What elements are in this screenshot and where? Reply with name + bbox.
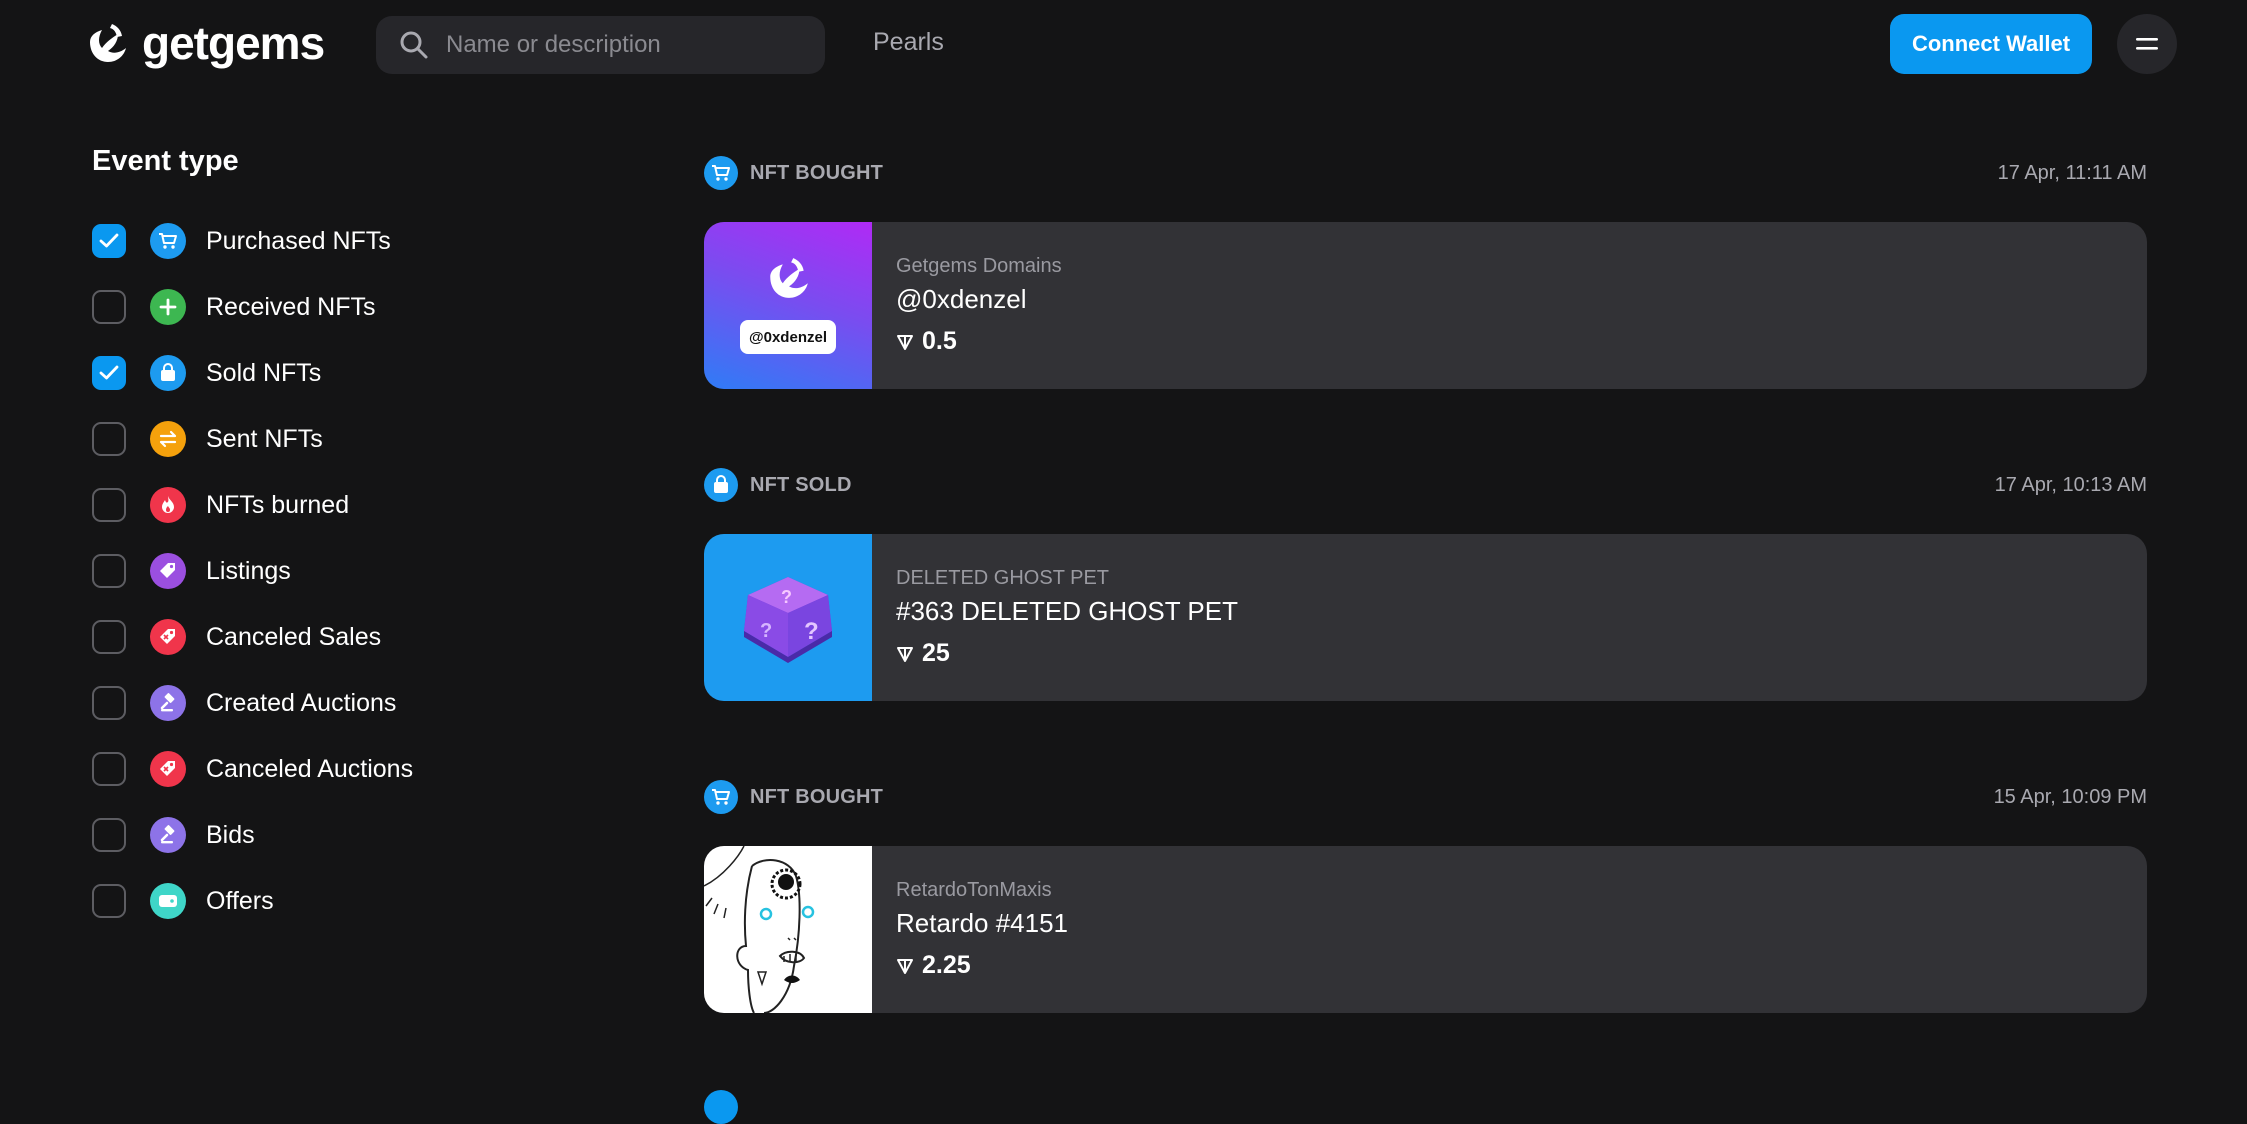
filter-listings[interactable]: Listings (92, 538, 632, 604)
filter-sold-nfts[interactable]: Sold NFTs (92, 340, 632, 406)
nft-card[interactable]: RetardoTonMaxis Retardo #4151 2.25 (704, 846, 2147, 1013)
collection-name[interactable]: Getgems Domains (896, 255, 1062, 278)
checkbox[interactable] (92, 620, 126, 654)
tag-icon (150, 553, 186, 589)
filter-received-nfts[interactable]: Received NFTs (92, 274, 632, 340)
nft-name[interactable]: #363 DELETED GHOST PET (896, 596, 1238, 627)
filter-label: Offers (206, 886, 274, 915)
svg-text:?: ? (804, 618, 819, 645)
event-timestamp: 15 Apr, 10:09 PM (1993, 785, 2147, 808)
check-icon (99, 233, 119, 248)
filter-label: Created Auctions (206, 688, 397, 717)
event-timestamp: 17 Apr, 11:11 AM (1997, 161, 2147, 184)
filter-bids[interactable]: Bids (92, 802, 632, 868)
filter-label: Listings (206, 556, 291, 585)
mystery-box-image: ? ? ? (744, 576, 832, 663)
filter-created-auctions[interactable]: Created Auctions (92, 670, 632, 736)
check-icon (99, 365, 119, 380)
price-value: 25 (922, 639, 950, 667)
price-value: 0.5 (922, 327, 957, 355)
plus-icon (150, 289, 186, 325)
event-type-label: NFT BOUGHT (750, 161, 884, 184)
filter-label: Sold NFTs (206, 358, 322, 387)
nft-name[interactable]: Retardo #4151 (896, 908, 1068, 939)
nav-link-pearls[interactable]: Pearls (873, 28, 944, 57)
filter-label: Received NFTs (206, 292, 376, 321)
menu-button[interactable] (2117, 14, 2177, 74)
search-icon (398, 29, 430, 61)
search-bar[interactable] (376, 16, 825, 74)
next-event-badge (704, 1090, 738, 1124)
event-timestamp: 17 Apr, 10:13 AM (1994, 473, 2147, 496)
filter-nfts-burned[interactable]: NFTs burned (92, 472, 632, 538)
bag-icon (704, 468, 738, 502)
flame-icon (150, 487, 186, 523)
nft-thumbnail[interactable]: ? ? ? (704, 534, 872, 701)
svg-text:?: ? (781, 587, 792, 607)
ton-icon (897, 646, 913, 662)
filter-label: Canceled Auctions (206, 754, 414, 783)
cart-icon (704, 156, 738, 190)
nft-thumbnail[interactable]: @0xdenzel (704, 222, 872, 389)
filter-sent-nfts[interactable]: Sent NFTs (92, 406, 632, 472)
filter-offers[interactable]: Offers (92, 868, 632, 934)
filter-label: Canceled Sales (206, 622, 382, 651)
getgems-leaf-icon (770, 258, 808, 298)
svg-text:?: ? (760, 620, 772, 642)
event-type-label: NFT BOUGHT (750, 785, 884, 808)
filter-label: Sent NFTs (206, 424, 323, 453)
connect-wallet-button[interactable]: Connect Wallet (1890, 14, 2092, 74)
menu-icon (2136, 38, 2158, 50)
bag-icon (150, 355, 186, 391)
transfer-icon (150, 421, 186, 457)
ton-icon (897, 958, 913, 974)
filter-label: NFTs burned (206, 490, 350, 519)
collection-name[interactable]: DELETED GHOST PET (896, 567, 1238, 590)
checkbox[interactable] (92, 554, 126, 588)
checkbox[interactable] (92, 224, 126, 258)
checkbox[interactable] (92, 356, 126, 390)
getgems-logo[interactable]: getgems (84, 17, 325, 69)
event-type-heading: Event type (92, 145, 239, 177)
domain-tag: @0xdenzel (740, 320, 836, 354)
collection-name[interactable]: RetardoTonMaxis (896, 879, 1068, 902)
retardo-sketch-image (704, 846, 815, 1013)
event-type-filters: Purchased NFTs Received NFTs Sold NFTs S… (92, 208, 632, 934)
checkbox[interactable] (92, 818, 126, 852)
cart-icon (150, 223, 186, 259)
nft-name[interactable]: @0xdenzel (896, 284, 1062, 315)
checkbox[interactable] (92, 422, 126, 456)
brand-name: getgems (142, 17, 325, 69)
checkbox[interactable] (92, 290, 126, 324)
activity-event: NFT BOUGHT 17 Apr, 11:11 AM @0xdenzel Ge… (704, 154, 2147, 389)
price: 0.5 (896, 327, 1062, 356)
checkbox[interactable] (92, 488, 126, 522)
filter-label: Bids (206, 820, 255, 849)
cart-icon (704, 780, 738, 814)
gavel-icon (150, 817, 186, 853)
price: 2.25 (896, 951, 1068, 980)
getgems-leaf-icon (90, 24, 126, 62)
nft-card[interactable]: @0xdenzel Getgems Domains @0xdenzel 0.5 (704, 222, 2147, 389)
filter-label: Purchased NFTs (206, 226, 391, 255)
wallet-icon (150, 883, 186, 919)
activity-event: NFT SOLD 17 Apr, 10:13 AM ? ? ? DELETED … (704, 466, 2147, 701)
search-input[interactable] (444, 30, 808, 60)
filter-purchased-nfts[interactable]: Purchased NFTs (92, 208, 632, 274)
price: 25 (896, 639, 1238, 668)
checkbox[interactable] (92, 884, 126, 918)
price-value: 2.25 (922, 951, 971, 979)
checkbox[interactable] (92, 686, 126, 720)
nft-card[interactable]: ? ? ? DELETED GHOST PET #363 DELETED GHO… (704, 534, 2147, 701)
tag-cancel-icon (150, 619, 186, 655)
event-type-label: NFT SOLD (750, 473, 852, 496)
gavel-icon (150, 685, 186, 721)
filter-canceled-auctions[interactable]: Canceled Auctions (92, 736, 632, 802)
checkbox[interactable] (92, 752, 126, 786)
activity-event: NFT BOUGHT 15 Apr, 10:09 PM RetardoTonMa… (704, 778, 2147, 1013)
ton-icon (897, 334, 913, 350)
filter-canceled-sales[interactable]: Canceled Sales (92, 604, 632, 670)
tag-cancel-icon (150, 751, 186, 787)
nft-thumbnail[interactable] (704, 846, 872, 1013)
